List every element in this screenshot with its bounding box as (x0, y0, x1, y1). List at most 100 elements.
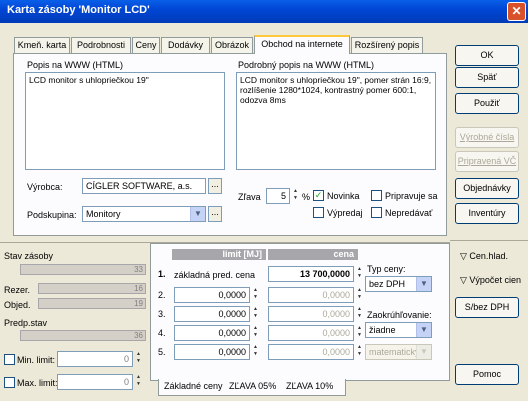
row-2-cena[interactable]: 0,0000 (268, 287, 354, 303)
ok-button[interactable]: OK (455, 45, 519, 66)
col-cena-header: cena (268, 249, 358, 260)
row-4-cena[interactable]: 0,0000 (268, 325, 354, 341)
rezer-label: Rezer. (4, 285, 31, 295)
predp-value: 36 (20, 330, 146, 341)
tab-obrazok[interactable]: Obrázok (211, 37, 253, 53)
min-limit-spinner[interactable]: ▲ ▼ (134, 351, 143, 367)
pripravena-vc-button[interactable]: Pripravená VČ (455, 151, 519, 172)
row-1-cena[interactable]: 13 700,0000 (268, 266, 354, 282)
max-limit-checkbox[interactable] (4, 377, 15, 388)
pouzit-button[interactable]: Použiť (455, 93, 519, 114)
row-4-limit[interactable]: 0,0000 (174, 325, 250, 341)
vyrobne-cisla-button[interactable]: Výrobné čísla (455, 127, 519, 148)
col-limit-header: limit [MJ] (172, 249, 266, 260)
sidebar-divider (450, 240, 528, 241)
objednavky-button[interactable]: Objednávky (455, 178, 519, 199)
row-5-cena[interactable]: 0,0000 (268, 344, 354, 360)
row-number: 2. (158, 290, 166, 300)
row-3-cena[interactable]: 0,0000 (268, 306, 354, 322)
chevron-down-icon[interactable]: ▼ (416, 277, 431, 291)
row-1-cena-spinner[interactable]: ▲ ▼ (355, 266, 364, 282)
min-limit-input[interactable]: 0 (57, 351, 133, 367)
window-title: Karta zásoby 'Monitor LCD' (7, 4, 150, 16)
row-3-limit-spinner[interactable]: ▲ ▼ (251, 306, 260, 322)
nepredavat-checkbox[interactable] (371, 207, 382, 218)
pripravuje-checkbox[interactable] (371, 190, 382, 201)
objed-value: 19 (38, 298, 146, 309)
vyrobca-browse-button[interactable]: ... (208, 178, 222, 194)
podrobny-popis-textarea[interactable]: LCD monitor s uhlopriečkou 19", pomer st… (236, 72, 436, 170)
row-5-cena-spinner[interactable]: ▲ ▼ (355, 344, 364, 360)
objed-label: Objed. (4, 300, 31, 310)
title-bar[interactable]: Karta zásoby 'Monitor LCD' ✕ (0, 0, 528, 23)
typ-ceny-label: Typ ceny: (367, 264, 406, 274)
min-limit-label: Min. limit: (17, 355, 55, 365)
stav-title: Stav zásoby (4, 251, 54, 261)
row-1-limit: základná pred. cena (174, 270, 256, 280)
row-2-cena-spinner[interactable]: ▲ ▼ (355, 287, 364, 303)
tab-dodavky[interactable]: Dodávky (161, 37, 210, 53)
tab-rozsireny-popis[interactable]: Rozšírený popis (351, 37, 423, 53)
rezer-value: 16 (38, 283, 146, 294)
zaokruhlovanie-method-select[interactable]: matematicky ▼ (365, 344, 432, 360)
zlava-label: Zľava (238, 192, 261, 202)
zaokruhlovanie-label: Zaokrúhľovanie: (367, 310, 432, 320)
chevron-down-icon[interactable]: ▼ (416, 323, 431, 337)
s-bez-dph-button[interactable]: S/bez DPH (455, 297, 519, 318)
row-4-cena-spinner[interactable]: ▲ ▼ (355, 325, 364, 341)
row-3-limit[interactable]: 0,0000 (174, 306, 250, 322)
spat-button[interactable]: Späť (455, 67, 519, 88)
tab-kmen-karta[interactable]: Kmeň. karta (14, 37, 70, 53)
row-3-cena-spinner[interactable]: ▲ ▼ (355, 306, 364, 322)
tab-zlava-10[interactable]: ZĽAVA 10% (286, 381, 333, 391)
pomoc-button[interactable]: Pomoc (455, 364, 519, 385)
zlava-spinner[interactable]: ▲ ▼ (291, 188, 300, 204)
popis-label: Popis na WWW (HTML) (27, 60, 124, 70)
inventury-button[interactable]: Inventúry (455, 203, 519, 224)
row-5-limit-spinner[interactable]: ▲ ▼ (251, 344, 260, 360)
max-limit-input[interactable]: 0 (57, 374, 133, 390)
chevron-down-icon[interactable]: ▼ (416, 345, 431, 359)
pripravuje-label: Pripravuje sa (385, 191, 438, 201)
vyrobca-field[interactable]: CÍGLER SOFTWARE, a.s. (82, 178, 206, 194)
podskupina-value: Monitory (86, 209, 121, 219)
vyrobca-label: Výrobca: (27, 182, 63, 192)
row-4-limit-spinner[interactable]: ▲ ▼ (251, 325, 260, 341)
chevron-down-icon[interactable]: ▼ (190, 207, 205, 221)
tab-ceny[interactable]: Ceny (132, 37, 160, 53)
tab-zlava-05[interactable]: ZĽAVA 05% (229, 381, 276, 391)
typ-ceny-select[interactable]: bez DPH ▼ (365, 276, 432, 292)
zaokruhlovanie-select[interactable]: žiadne ▼ (365, 322, 432, 338)
podrobny-popis-label: Podrobný popis na WWW (HTML) (238, 60, 375, 70)
podskupina-browse-button[interactable]: ... (208, 206, 222, 222)
vypredaj-label: Výpredaj (327, 208, 363, 218)
min-limit-checkbox[interactable] (4, 354, 15, 365)
typ-ceny-value: bez DPH (369, 279, 406, 289)
row-2-limit[interactable]: 0,0000 (174, 287, 250, 303)
tab-obchod-na-internete[interactable]: Obchod na internete (254, 35, 350, 54)
vypocet-cien-label: Výpočet cien (469, 275, 521, 285)
tab-zakladne-ceny[interactable]: Základné ceny (164, 381, 223, 391)
row-5-limit[interactable]: 0,0000 (174, 344, 250, 360)
close-button[interactable]: ✕ (507, 2, 526, 21)
popis-textarea[interactable]: LCD monitor s uhlopriečkou 19" (25, 72, 225, 170)
row-number: 5. (158, 347, 166, 357)
zaokruhlovanie-value: žiadne (369, 325, 396, 335)
nepredavat-label: Nepredávať (385, 208, 433, 218)
stav-value: 33 (20, 264, 146, 275)
novinka-checkbox[interactable]: ✓ (313, 190, 324, 201)
zlava-input[interactable]: 5 (266, 188, 290, 204)
row-number: 1. (158, 269, 166, 279)
row-2-limit-spinner[interactable]: ▲ ▼ (251, 287, 260, 303)
vypocet-cien-toggle[interactable]: ▽ Výpočet cien (460, 275, 521, 286)
vypredaj-checkbox[interactable] (313, 207, 324, 218)
max-limit-label: Max. limit: (17, 378, 58, 388)
podskupina-select[interactable]: Monitory ▼ (82, 206, 206, 222)
zaokruhlovanie-method-value: matematicky (369, 347, 420, 357)
max-limit-spinner[interactable]: ▲ ▼ (134, 374, 143, 390)
tab-podrobnosti[interactable]: Podrobnosti (71, 37, 131, 53)
row-number: 3. (158, 309, 166, 319)
predp-label: Predp.stav (4, 318, 48, 328)
cen-hlad-toggle[interactable]: ▽ Cen.hlad. (460, 251, 508, 262)
novinka-label: Novinka (327, 191, 360, 201)
